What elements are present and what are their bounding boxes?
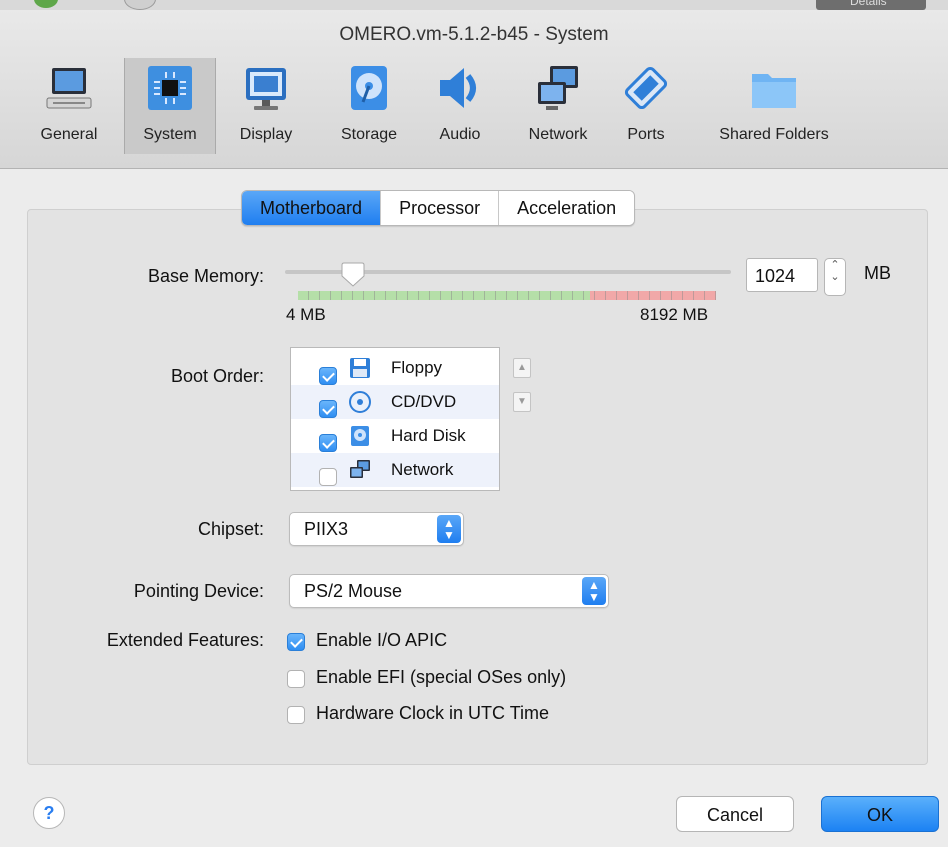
- enable-efi-label[interactable]: Enable EFI (special OSes only): [316, 667, 566, 688]
- background-details-button: Details: [816, 0, 926, 10]
- hardware-clock-utc-label[interactable]: Hardware Clock in UTC Time: [316, 703, 549, 724]
- background-app-icon-2: [124, 0, 156, 10]
- cancel-button[interactable]: Cancel: [676, 796, 794, 832]
- disk-icon: [351, 66, 387, 110]
- chipset-label: Chipset:: [197, 519, 264, 539]
- memory-stepper[interactable]: ⌃ ⌄: [824, 258, 846, 296]
- memory-input[interactable]: 1024: [746, 258, 818, 292]
- hardware-clock-utc-checkbox[interactable]: [287, 706, 305, 724]
- memory-unit: MB: [864, 263, 891, 283]
- toolbar-item-network[interactable]: Network: [516, 58, 600, 154]
- chevron-up-icon[interactable]: ⌃: [825, 259, 845, 271]
- list-item[interactable]: Floppy: [291, 351, 499, 385]
- boot-hard-disk-checkbox[interactable]: [319, 434, 337, 452]
- tab-motherboard[interactable]: Motherboard: [242, 191, 382, 225]
- toolbar-item-display[interactable]: Display: [226, 58, 306, 154]
- toolbar-label: System: [143, 126, 197, 143]
- boot-item-label: Floppy: [391, 358, 443, 377]
- chevron-updown-icon: ▲ ▼: [437, 515, 461, 543]
- toolbar-item-ports[interactable]: Ports: [616, 58, 676, 154]
- ok-button[interactable]: OK: [821, 796, 939, 832]
- tab-acceleration[interactable]: Acceleration: [499, 191, 635, 225]
- arrow-down-icon: ▼: [517, 396, 527, 407]
- background-app-icon: [34, 0, 58, 8]
- boot-item-label: CD/DVD: [391, 392, 457, 411]
- toolbar-label: Network: [528, 126, 588, 143]
- list-item[interactable]: CD/DVD: [291, 385, 499, 419]
- settings-toolbar: OMERO.vm-5.1.2-b45 - System General Syst…: [0, 10, 948, 169]
- memory-scale: [298, 291, 716, 300]
- enable-io-apic-label[interactable]: Enable I/O APIC: [316, 630, 447, 651]
- toolbar-label: Storage: [340, 126, 398, 143]
- speaker-icon: [440, 68, 476, 108]
- toolbar-item-storage[interactable]: Storage: [326, 58, 412, 154]
- chevron-down-icon[interactable]: ⌄: [825, 271, 845, 283]
- toolbar-item-audio[interactable]: Audio: [428, 58, 492, 154]
- boot-cd-checkbox[interactable]: [319, 400, 337, 418]
- hard-disk-icon: [351, 426, 369, 446]
- toolbar-label: Display: [239, 126, 293, 143]
- pointing-device-label: Pointing Device:: [133, 581, 264, 601]
- tab-processor[interactable]: Processor: [381, 191, 500, 225]
- enable-efi-checkbox[interactable]: [287, 670, 305, 688]
- display-icon: [246, 68, 286, 110]
- toolbar-label: Ports: [627, 126, 665, 143]
- enable-io-apic-checkbox[interactable]: [287, 633, 305, 651]
- toolbar-label: Shared Folders: [719, 126, 829, 143]
- arrow-up-icon: ▲: [517, 362, 527, 373]
- folder-icon: [752, 74, 796, 108]
- segmented-tabs: Motherboard Processor Acceleration: [241, 190, 636, 226]
- background-window-strip: Details: [0, 0, 948, 10]
- pointing-device-value: PS/2 Mouse: [304, 581, 403, 601]
- boot-network-checkbox[interactable]: [319, 468, 337, 486]
- extended-features-label: Extended Features:: [106, 630, 264, 650]
- floppy-icon: [350, 358, 370, 378]
- list-item[interactable]: Network: [291, 453, 499, 487]
- toolbar-item-general[interactable]: General: [28, 58, 110, 154]
- boot-order-label: Boot Order:: [170, 366, 264, 386]
- memory-min-label: 4 MB: [286, 305, 326, 324]
- toolbar-item-shared-folders[interactable]: Shared Folders: [704, 58, 844, 154]
- chipset-value: PIIX3: [304, 519, 349, 539]
- memory-max-label: 8192 MB: [640, 305, 709, 324]
- chevron-updown-icon: ▲ ▼: [582, 577, 606, 605]
- boot-order-list: Floppy CD/DVD Hard Disk Network: [290, 347, 500, 491]
- monitor-icon: [46, 68, 92, 109]
- toolbar-item-system[interactable]: System: [124, 58, 216, 154]
- help-button[interactable]: ?: [33, 797, 65, 829]
- settings-window: Details OMERO.vm-5.1.2-b45 - System Gene…: [0, 0, 948, 847]
- network-icon: [538, 66, 578, 110]
- pointing-device-select[interactable]: PS/2 Mouse ▲ ▼: [289, 574, 609, 608]
- chip-icon: [148, 66, 192, 110]
- memory-scale-ticks: [298, 291, 716, 300]
- boot-item-label: Hard Disk: [391, 426, 466, 445]
- move-up-button[interactable]: ▲: [513, 358, 531, 378]
- base-memory-label: Base Memory:: [147, 266, 264, 286]
- list-item[interactable]: Hard Disk: [291, 419, 499, 453]
- chipset-select[interactable]: PIIX3 ▲ ▼: [289, 512, 464, 546]
- window-title: OMERO.vm-5.1.2-b45 - System: [339, 24, 609, 45]
- toolbar-label: Audio: [439, 126, 481, 143]
- plug-icon: [624, 66, 668, 110]
- memory-slider-knob[interactable]: [340, 262, 366, 288]
- boot-item-label: Network: [391, 460, 454, 479]
- boot-floppy-checkbox[interactable]: [319, 367, 337, 385]
- network-icon: [350, 460, 370, 478]
- toolbar-label: General: [40, 126, 98, 143]
- move-down-button[interactable]: ▼: [513, 392, 531, 412]
- cd-icon: [349, 391, 371, 413]
